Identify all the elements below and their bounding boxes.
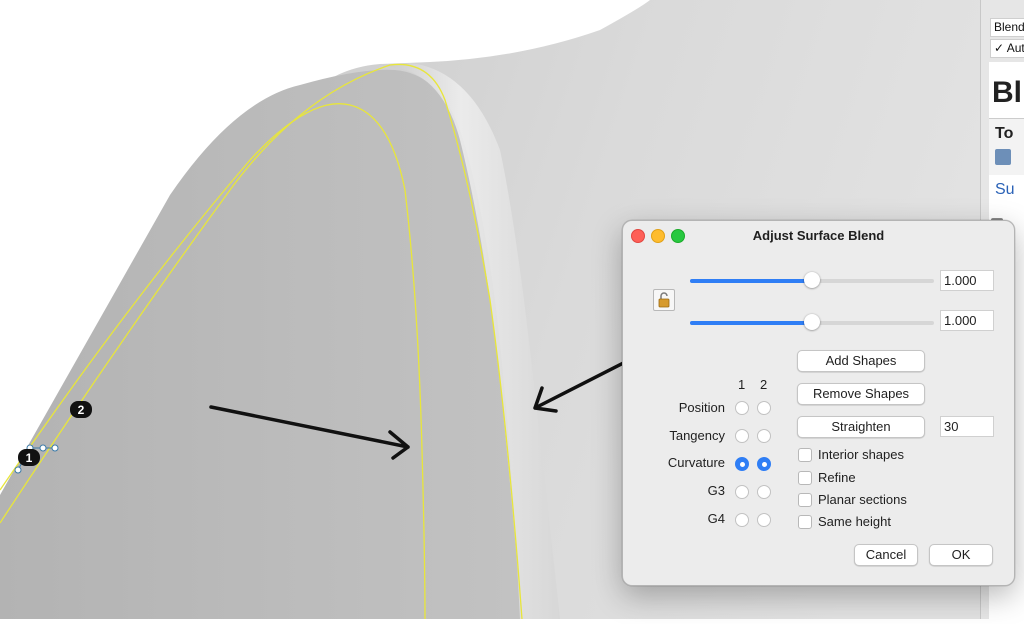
ok-button[interactable]: OK [929,544,993,566]
dialog-title: Adjust Surface Blend [752,228,885,243]
dialog-titlebar[interactable]: Adjust Surface Blend [623,221,1014,249]
lock-icon [658,292,670,308]
refine-checkbox[interactable] [798,471,812,485]
g3-radio-2[interactable] [757,485,771,499]
blend-field[interactable]: Blend [990,18,1024,37]
slider-knob[interactable] [804,314,820,330]
straighten-value-field[interactable]: 30 [940,416,994,437]
marker-1[interactable]: 1 [18,449,40,466]
svg-text:1: 1 [26,451,33,465]
checkmark-icon: ✓ [994,41,1005,55]
cancel-button[interactable]: Cancel [854,544,918,566]
position-radio-2[interactable] [757,401,771,415]
g4-radio-1[interactable] [735,513,749,527]
tangency-radio-1[interactable] [735,429,749,443]
tangency-radio-2[interactable] [757,429,771,443]
marker-2[interactable]: 2 [70,401,92,418]
help-tools-box: To Su [989,118,1024,198]
position-radio-1[interactable] [735,401,749,415]
g4-radio-2[interactable] [757,513,771,527]
row-label-tangency: Tangency [669,428,725,443]
add-shapes-button[interactable]: Add Shapes [797,350,925,372]
slider-knob[interactable] [804,272,820,288]
tool-icon [995,149,1011,165]
row-label-position: Position [678,400,725,415]
svg-text:2: 2 [78,403,85,417]
interior-shapes-checkbox[interactable] [798,448,812,462]
planar-sections-checkbox[interactable] [798,493,812,507]
same-height-checkbox[interactable] [798,515,812,529]
straighten-button[interactable]: Straighten [797,416,925,438]
g3-radio-1[interactable] [735,485,749,499]
blend-slider-1[interactable] [690,271,934,291]
help-link[interactable]: Su [995,181,1015,199]
slider-1-value-field[interactable]: 1.000 [940,270,994,291]
remove-shapes-button[interactable]: Remove Shapes [797,383,925,405]
auto-field[interactable]: ✓ Aut [990,39,1024,58]
curvature-radio-1[interactable] [735,457,749,471]
adjust-surface-blend-dialog: Adjust Surface Blend 1.000 1.000 1 2 Pos… [622,220,1015,586]
slider-2-value-field[interactable]: 1.000 [940,310,994,331]
same-height-label: Same height [818,514,891,529]
help-box-title: To [995,125,1014,142]
blend-slider-2[interactable] [690,313,934,333]
row-label-curvature: Curvature [667,455,725,470]
row-label-g4: G4 [707,511,725,526]
refine-label: Refine [818,470,856,485]
curvature-radio-2[interactable] [757,457,771,471]
column-header-1: 1 [738,377,746,392]
column-header-2: 2 [760,377,768,392]
row-label-g3: G3 [707,483,725,498]
help-heading: Bl [992,76,1022,109]
planar-sections-label: Planar sections [818,492,907,507]
lock-button[interactable] [653,289,675,311]
interior-shapes-label: Interior shapes [818,447,904,462]
